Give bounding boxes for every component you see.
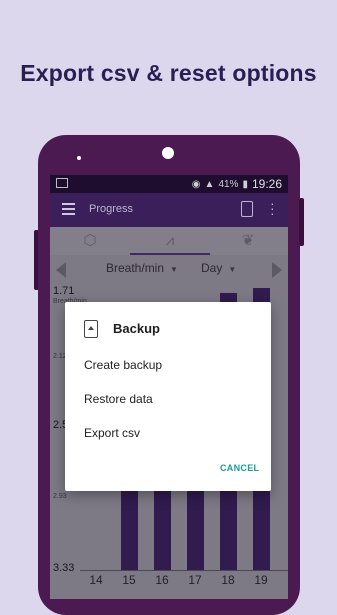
metric-dropdown[interactable]: Breath/min ▼	[106, 261, 178, 275]
status-bar: ◉ ▲ 41% ▮ 19:26	[50, 175, 288, 193]
next-arrow-icon[interactable]	[272, 262, 282, 278]
export-csv-option[interactable]: Export csv	[84, 426, 140, 440]
chevron-down-icon: ▼	[228, 265, 237, 274]
x-tick-label: 16	[155, 573, 169, 587]
phone-camera	[162, 147, 174, 159]
battery-percent: 41%	[218, 178, 239, 190]
backup-dialog: Backup Create backup Restore data Export…	[65, 302, 271, 491]
tab-session-icon[interactable]: ⬡	[80, 231, 100, 251]
dialog-title: Backup	[113, 321, 160, 336]
tab-bar: ⬡ ⩘ ❦	[50, 227, 288, 255]
tab-lungs-icon[interactable]: ❦	[238, 231, 258, 251]
x-axis	[80, 570, 288, 571]
metric-dropdown-value: Breath/min	[106, 261, 165, 275]
notification-icon	[56, 178, 68, 188]
x-tick-label: 18	[221, 573, 235, 587]
filter-row: Breath/min ▼ Day ▼	[50, 255, 288, 281]
y-tick-label: 3.33	[53, 562, 75, 574]
x-tick-label: 17	[188, 573, 202, 587]
y-tick-label: 1.71	[53, 285, 75, 297]
x-tick-label: 19	[254, 573, 268, 587]
menu-icon[interactable]	[62, 203, 75, 215]
create-backup-option[interactable]: Create backup	[84, 358, 162, 372]
clock: 19:26	[251, 177, 282, 191]
app-bar: Progress · · ·	[50, 193, 288, 227]
phone-speaker	[77, 156, 81, 160]
chevron-down-icon: ▼	[170, 265, 178, 274]
backup-icon[interactable]	[241, 201, 253, 217]
y-tick-label: 2.93	[53, 492, 67, 500]
promo-title: Export csv & reset options	[20, 60, 317, 86]
battery-icon: ▮	[242, 178, 248, 190]
x-tick-label: 15	[122, 573, 136, 587]
period-dropdown[interactable]: Day ▼	[201, 261, 236, 275]
phone-power-button	[299, 198, 304, 246]
tab-progress-chart-icon[interactable]: ⩘	[160, 231, 180, 251]
x-tick-label: 14	[89, 573, 103, 587]
signal-icon: ▲	[204, 178, 215, 190]
previous-arrow-icon[interactable]	[56, 262, 66, 278]
period-dropdown-value: Day	[201, 261, 223, 275]
cancel-button[interactable]: CANCEL	[220, 463, 259, 473]
more-icon[interactable]: · · ·	[270, 196, 275, 220]
page-title: Progress	[89, 203, 134, 215]
restore-data-option[interactable]: Restore data	[84, 392, 153, 406]
backup-icon	[84, 320, 98, 338]
wifi-icon: ◉	[191, 178, 201, 190]
